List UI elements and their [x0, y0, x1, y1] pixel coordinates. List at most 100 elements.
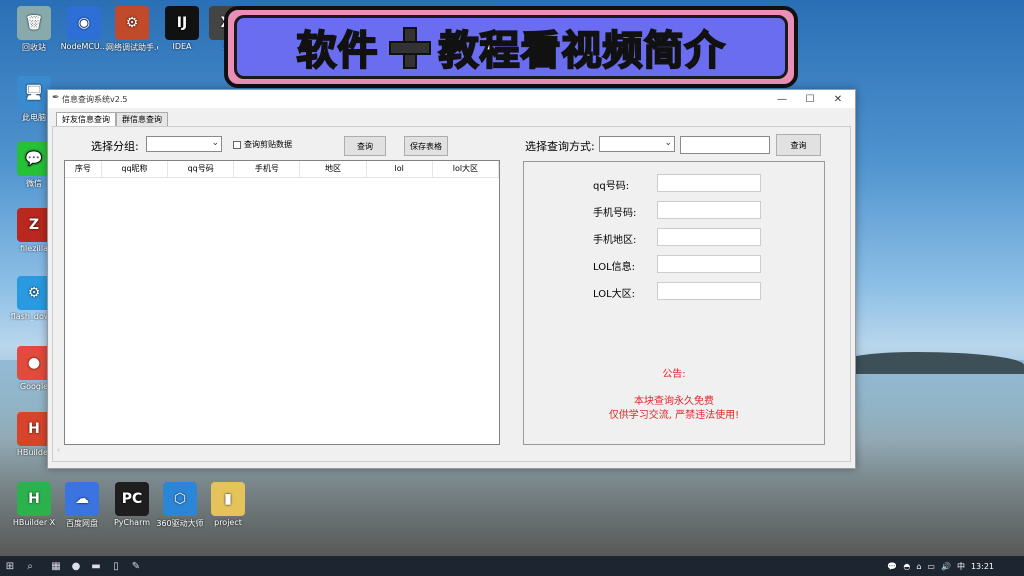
desktop-icon[interactable]: ☁ 百度网盘 — [56, 482, 108, 529]
query-input[interactable] — [680, 136, 770, 154]
title-banner: 软件 教程看视频简介 — [224, 6, 798, 88]
banner-text: 软件 教程看视频简介 — [296, 18, 726, 76]
field-value[interactable] — [657, 255, 761, 273]
field-label: qq号码: — [593, 181, 630, 192]
query-button-2[interactable]: 查询 — [776, 134, 821, 156]
app-icon: 🗑 — [17, 6, 51, 40]
app-icon: Z — [17, 208, 51, 242]
tray-icon[interactable]: 💬 — [887, 562, 897, 571]
app-icon: 🖥 — [17, 76, 51, 110]
tray-icon[interactable]: ◓ — [903, 562, 910, 571]
app-icon: PC — [115, 482, 149, 516]
field-value[interactable] — [657, 282, 761, 300]
field-value[interactable] — [657, 174, 761, 192]
taskbar-app-icon[interactable]: ✎ — [126, 556, 146, 576]
field-label: LOL大区: — [593, 289, 636, 300]
column-header[interactable]: lol — [367, 161, 433, 177]
feather-icon: ✒ — [52, 93, 60, 103]
column-header[interactable]: 地区 — [300, 161, 367, 177]
clock[interactable]: 13:21 — [971, 562, 994, 571]
table-header: 序号 qq昵称 qq号码 手机号 地区 lol lol大区 — [65, 161, 499, 178]
app-icon: 💬 — [17, 142, 51, 176]
taskbar-app-icon[interactable]: ▬ — [86, 556, 106, 576]
horizontal-scrollbar[interactable]: ‹ — [57, 446, 832, 455]
taskbar: ⊞ ⌕ ▦ ● ▬ ▯ ✎ 💬 ◓ ⌂ ▭ 🔊 中 13:21 — [0, 556, 1024, 576]
notice-line-1: 本块查询永久免费 — [634, 396, 714, 407]
app-icon: H — [17, 482, 51, 516]
window-title: 信息查询系统v2.5 — [62, 94, 128, 104]
plus-icon — [387, 25, 431, 69]
window-titlebar[interactable]: ✒ 信息查询系统v2.5 — ☐ ✕ — [48, 90, 855, 108]
column-header[interactable]: qq昵称 — [102, 161, 169, 177]
column-header[interactable]: 序号 — [65, 161, 102, 177]
tray-icon[interactable]: ⌂ — [916, 562, 921, 571]
tray-icons: 💬 ◓ ⌂ ▭ 🔊 — [887, 562, 951, 571]
tray-icon[interactable]: ▭ — [927, 562, 935, 571]
taskbar-app-icon[interactable]: ▯ — [106, 556, 126, 576]
save-table-button[interactable]: 保存表格 — [404, 136, 448, 156]
field-label: 手机地区: — [593, 235, 637, 246]
method-select[interactable]: ⌄ — [599, 136, 675, 152]
desktop-icon[interactable]: ◉ NodeMCU... — [58, 6, 110, 51]
desktop-icon[interactable]: ⬡ 360驱动大师 — [154, 482, 206, 529]
app-icon: ◉ — [67, 6, 101, 40]
group-select[interactable]: ⌄ — [146, 136, 222, 152]
desktop-icon-label: 回收站 — [22, 43, 46, 52]
checkbox-box[interactable] — [233, 140, 241, 149]
select-group-label: 选择分组: — [91, 140, 139, 153]
desktop-icon-label: PyCharm — [113, 518, 151, 527]
taskbar-apps: ▦ ● ▬ ▯ ✎ — [46, 556, 146, 576]
column-header[interactable]: 手机号 — [234, 161, 301, 177]
banner-text-right: 教程看视频简介 — [438, 27, 726, 75]
maximize-button[interactable]: ☐ — [796, 90, 824, 108]
field-value[interactable] — [657, 228, 761, 246]
tab-group-query[interactable]: 群信息查询 — [116, 112, 168, 126]
column-header[interactable]: qq号码 — [168, 161, 235, 177]
desktop-icon-label: project — [214, 518, 242, 527]
minimize-button[interactable]: — — [768, 90, 796, 108]
vertical-scrollbar[interactable] — [832, 167, 840, 467]
desktop-icon-label: 网络调试助手.exe — [106, 43, 158, 52]
paste-checkbox-label: 查询剪贴数据 — [244, 140, 292, 149]
app-icon: ⬡ — [163, 482, 197, 516]
close-button[interactable]: ✕ — [824, 90, 852, 108]
app-icon: ▮ — [211, 482, 245, 516]
desktop-icon-label: HBuilder X — [12, 518, 56, 527]
app-icon: H — [17, 412, 51, 446]
tab-friend-query[interactable]: 好友信息查询 — [56, 112, 116, 126]
desktop-icon-label: 360驱动大师 — [156, 519, 204, 528]
desktop-icon[interactable]: ▮ project — [202, 482, 254, 527]
app-icon: ● — [17, 346, 51, 380]
wallpaper-island — [845, 352, 1024, 374]
app-icon: ⚙ — [115, 6, 149, 40]
column-header[interactable]: lol大区 — [433, 161, 499, 177]
desktop-icon[interactable]: ⚙ 网络调试助手.exe — [106, 6, 158, 53]
desktop-icon[interactable]: 🗑 回收站 — [8, 6, 60, 53]
banner-inner: 软件 教程看视频简介 — [234, 15, 788, 79]
notice-line-2: 仅供学习交流, 严禁违法使用! — [608, 410, 740, 421]
tab-bar: 好友信息查询 群信息查询 — [56, 112, 168, 126]
tab-panel: 选择分组: ⌄ 查询剪贴数据 查询 保存表格 选择查询方式: ⌄ 查询 序号 qq… — [52, 126, 851, 462]
taskbar-app-icon[interactable]: ● — [66, 556, 86, 576]
field-label: LOL信息: — [593, 262, 636, 273]
desktop-icon-label: NodeMCU... — [60, 42, 108, 51]
start-button[interactable]: ⊞ — [0, 556, 20, 576]
friend-table[interactable]: 序号 qq昵称 qq号码 手机号 地区 lol lol大区 — [64, 160, 500, 445]
query-button[interactable]: 查询 — [344, 136, 386, 156]
app-icon: ☁ — [65, 482, 99, 516]
desktop-icon-label: 百度网盘 — [66, 519, 98, 528]
chevron-down-icon: ⌄ — [664, 138, 672, 148]
paste-checkbox[interactable]: 查询剪贴数据 — [233, 139, 292, 150]
ime-indicator[interactable]: 中 — [957, 561, 965, 572]
desktop-icon[interactable]: PC PyCharm — [106, 482, 158, 527]
desktop-icon[interactable]: H HBuilder X — [8, 482, 60, 527]
system-tray: 💬 ◓ ⌂ ▭ 🔊 中 13:21 — [887, 556, 1024, 576]
tray-icon[interactable]: 🔊 — [941, 562, 951, 571]
taskbar-app-icon[interactable]: ▦ — [46, 556, 66, 576]
app-icon: ⚙ — [17, 276, 51, 310]
field-value[interactable] — [657, 201, 761, 219]
notice-title: 公告: — [662, 369, 686, 380]
app-icon: IJ — [165, 6, 199, 40]
search-icon[interactable]: ⌕ — [20, 556, 40, 576]
details-panel: qq号码: 手机号码: 手机地区: LOL信息: LOL大区: 公告: 本块查询永久免费… — [523, 161, 825, 445]
